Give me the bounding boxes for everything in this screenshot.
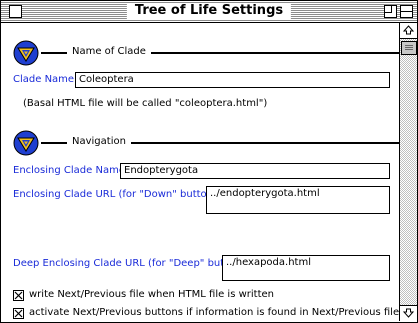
tree-of-life-logo-icon	[13, 130, 39, 156]
deep-enclosing-clade-url-field[interactable]: ../hexapoda.html	[222, 255, 390, 281]
clade-name-label: Clade Name:	[13, 74, 78, 85]
write-next-previous-label: write Next/Previous file when HTML file …	[29, 289, 274, 300]
scroll-thumb[interactable]	[401, 41, 417, 55]
checkmark-x-icon	[14, 309, 23, 318]
scroll-up-button[interactable]	[400, 23, 417, 39]
title-bar[interactable]: Tree of Life Settings	[1, 1, 417, 23]
arrow-up-icon	[403, 25, 414, 35]
section-title-clade: Name of Clade	[67, 45, 151, 59]
settings-content: Name of Clade Clade Name: Coleoptera (Ba…	[1, 23, 399, 322]
scroll-down-button[interactable]	[400, 305, 417, 321]
enclosing-clade-name-field[interactable]: Endopterygota	[120, 163, 390, 179]
section-title-navigation: Navigation	[67, 135, 131, 149]
vertical-scrollbar[interactable]	[399, 23, 417, 321]
checkmark-x-icon	[14, 291, 23, 300]
enclosing-clade-name-label: Enclosing Clade Name:	[13, 165, 129, 176]
enclosing-clade-url-field[interactable]: ../endopterygota.html	[206, 186, 390, 214]
basal-file-note: (Basal HTML file will be called "coleopt…	[23, 98, 268, 109]
section-header-clade: Name of Clade	[1, 40, 399, 66]
activate-next-previous-checkbox[interactable]	[13, 308, 24, 319]
window-title: Tree of Life Settings	[126, 3, 292, 19]
write-next-previous-checkbox[interactable]	[13, 290, 24, 301]
collapse-box-button[interactable]	[400, 5, 413, 18]
settings-window: Tree of Life Settings Name of Clade Clad…	[0, 0, 418, 323]
clade-name-field[interactable]: Coleoptera	[75, 72, 390, 88]
deep-enclosing-clade-url-label: Deep Enclosing Clade URL (for "Deep" but…	[13, 258, 248, 269]
tree-of-life-logo-icon	[13, 40, 39, 66]
close-box-button[interactable]	[9, 5, 22, 18]
zoom-box-button[interactable]	[384, 5, 397, 18]
arrow-down-icon	[403, 308, 414, 318]
section-header-navigation: Navigation	[1, 130, 399, 156]
activate-next-previous-label: activate Next/Previous buttons if inform…	[29, 307, 399, 318]
enclosing-clade-url-label: Enclosing Clade URL (for "Down" button):	[13, 189, 221, 200]
